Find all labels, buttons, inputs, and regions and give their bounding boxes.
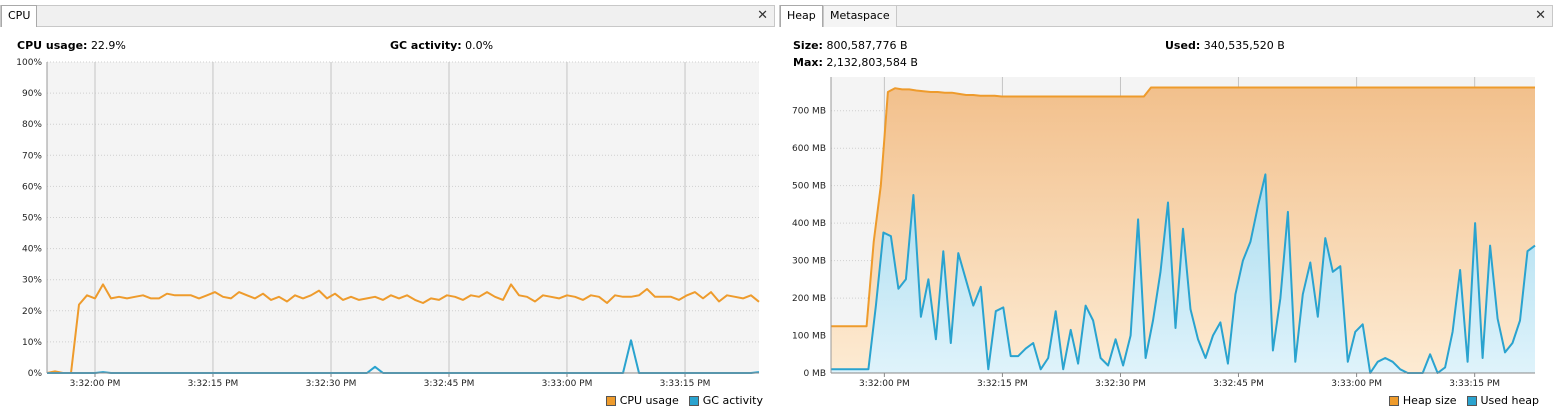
cpu-usage-swatch [605, 395, 616, 406]
heap-chart: 0 MB 100 MB 200 MB 300 MB 400 MB 500 MB 600 MB… [792, 77, 1536, 389]
x-tick-label: 3:32:45 PM [1213, 379, 1264, 389]
x-tick-label: 3:32:30 PM [1095, 379, 1146, 389]
x-tick-label: 3:32:15 PM [188, 379, 239, 389]
x-tick-label: 3:32:00 PM [70, 379, 121, 389]
gc-activity-swatch [688, 395, 699, 406]
y-tick-label: 90% [22, 89, 42, 99]
x-tick-label: 3:32:45 PM [424, 379, 475, 389]
y-tick-label: 40% [22, 245, 42, 255]
legend-heap-size: Heap size [1402, 394, 1457, 407]
x-tick-label: 3:33:00 PM [542, 379, 593, 389]
y-tick-label: 10% [22, 338, 42, 348]
y-tick-label: 60% [22, 182, 42, 192]
x-tick-label: 3:32:00 PM [859, 379, 910, 389]
x-tick-label: 3:32:30 PM [306, 379, 357, 389]
y-tick-label: 600 MB [792, 144, 826, 154]
y-tick-label: 100% [16, 58, 42, 68]
y-tick-label: 50% [22, 214, 42, 224]
heap-legend: Heap size Used heap [1388, 394, 1540, 407]
y-tick-label: 0 MB [803, 369, 826, 379]
cpu-chart: 0% 10% 20% 30% 40% 50% 60% 70% 80% 90% 100% 3:32:00… [16, 58, 760, 389]
cpu-panel: CPU ✕ CPU usage: 22.9% GC activity: 0.0%… [0, 0, 775, 412]
legend-gc-activity: GC activity [702, 394, 763, 407]
y-tick-label: 500 MB [792, 182, 826, 192]
x-tick-label: 3:33:15 PM [660, 379, 711, 389]
y-tick-label: 70% [22, 151, 42, 161]
x-tick-label: 3:32:15 PM [977, 379, 1028, 389]
legend-cpu-usage: CPU usage [619, 394, 679, 407]
plot-area [47, 62, 759, 373]
y-tick-label: 30% [22, 276, 42, 286]
y-tick-label: 100 MB [792, 332, 826, 342]
y-tick-label: 700 MB [792, 107, 826, 117]
legend-used-heap: Used heap [1480, 394, 1540, 407]
heap-panel: Heap Metaspace ✕ Size: 800,587,776 B Use… [779, 0, 1553, 412]
heap-size-swatch [1388, 395, 1399, 406]
y-tick-label: 200 MB [792, 294, 826, 304]
y-tick-label: 300 MB [792, 257, 826, 267]
x-tick-label: 3:33:15 PM [1449, 379, 1500, 389]
cpu-legend: CPU usage GC activity [605, 394, 763, 407]
y-tick-label: 0% [28, 369, 43, 379]
y-tick-label: 20% [22, 307, 42, 317]
y-tick-label: 80% [22, 120, 42, 130]
used-heap-swatch [1466, 395, 1477, 406]
y-tick-label: 400 MB [792, 219, 826, 229]
x-tick-label: 3:33:00 PM [1331, 379, 1382, 389]
